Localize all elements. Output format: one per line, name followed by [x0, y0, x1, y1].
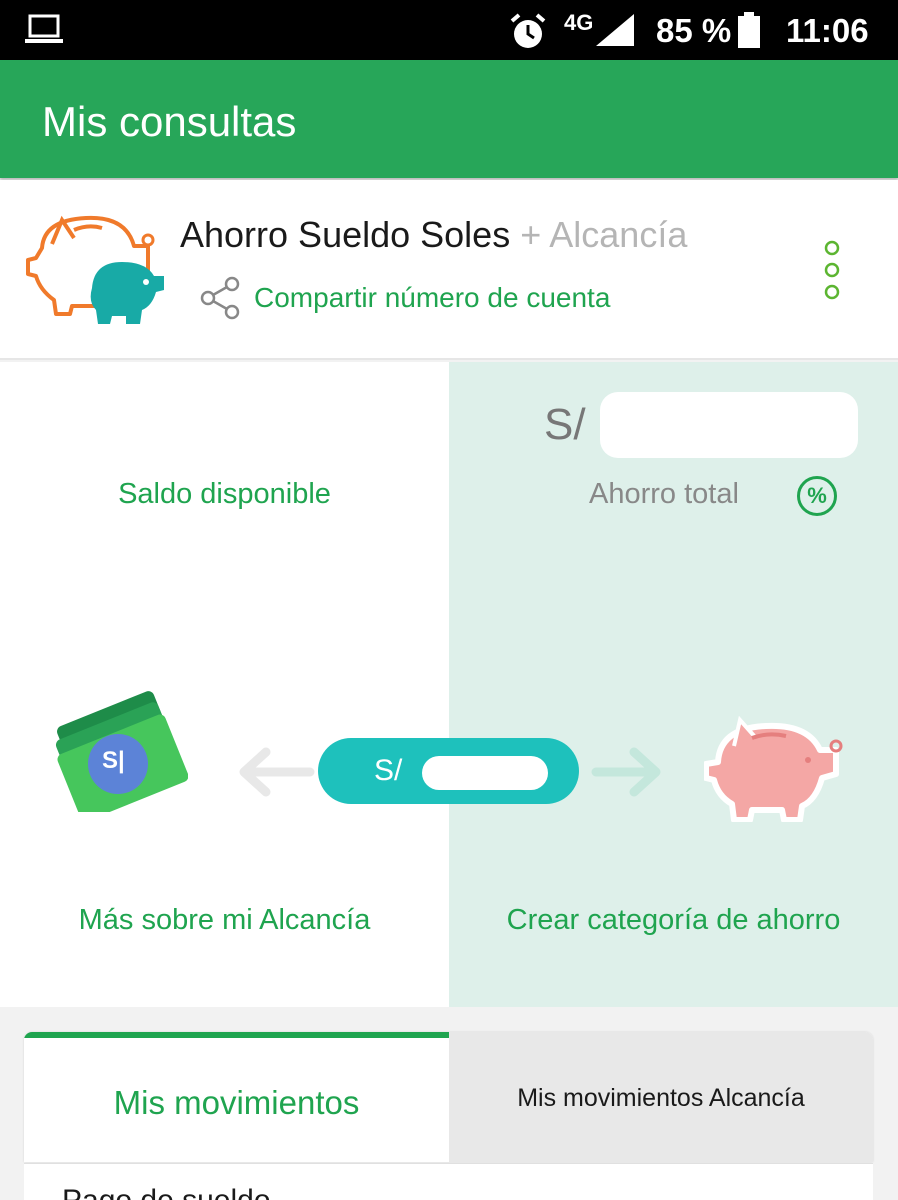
percent-badge[interactable]: %	[797, 476, 837, 516]
savings-total-label: Ahorro total	[589, 478, 739, 510]
available-balance-label: Saldo disponible	[118, 478, 331, 510]
transfer-amount-pill[interactable]: S/	[318, 738, 579, 804]
signal-icon	[596, 14, 634, 46]
share-icon[interactable]	[198, 276, 242, 320]
account-name: Ahorro Sueldo Soles + Alcancía	[180, 214, 687, 256]
laptop-icon	[25, 14, 63, 43]
tab-mis-movimientos-alcancia-label: Mis movimientos Alcancía	[517, 1084, 805, 1112]
money-icon-label: S|	[102, 747, 125, 774]
alarm-icon	[510, 13, 546, 48]
arrow-left-icon	[239, 747, 315, 797]
battery-icon	[738, 12, 760, 48]
create-savings-category-link[interactable]: Crear categoría de ahorro	[449, 904, 898, 937]
tab-mis-movimientos[interactable]: Mis movimientos	[24, 1032, 449, 1162]
redacted-transfer-amount	[422, 756, 548, 790]
page-title: Mis consultas	[42, 98, 297, 145]
account-plus-alcancia: + Alcancía	[520, 214, 688, 255]
status-bar: 4G 85 % 11:06	[0, 0, 898, 60]
redacted-amount	[600, 392, 858, 458]
clock: 11:06	[786, 12, 869, 49]
movements-list: Pago de sueldo ⌄	[24, 1163, 873, 1200]
account-name-text: Ahorro Sueldo Soles	[180, 214, 511, 255]
more-vertical-icon[interactable]	[818, 238, 846, 308]
available-balance-value	[100, 400, 111, 445]
network-type: 4G	[564, 10, 594, 35]
share-account-link[interactable]: Compartir número de cuenta	[254, 282, 610, 314]
savings-total-currency: S/	[544, 400, 586, 449]
more-about-alcancia-link[interactable]: Más sobre mi Alcancía	[0, 904, 449, 937]
chevron-down-icon[interactable]: ⌄	[825, 1192, 843, 1200]
piggy-bank-pink-icon[interactable]	[704, 716, 848, 822]
tab-mis-movimientos-alcancia[interactable]: Mis movimientos Alcancía	[449, 1032, 873, 1162]
list-item[interactable]: Pago de sueldo	[62, 1184, 271, 1200]
account-header: Ahorro Sueldo Soles + Alcancía Compartir…	[0, 180, 898, 360]
tab-mis-movimientos-label: Mis movimientos	[113, 1084, 360, 1121]
app-bar: Mis consultas	[0, 60, 898, 178]
transfer-amount-currency: S/	[374, 754, 403, 787]
piggy-bank-icon	[26, 215, 164, 324]
movements-tabs: Mis movimientos Mis movimientos Alcancía	[24, 1032, 873, 1162]
battery-percentage: 85 %	[656, 12, 732, 49]
arrow-right-icon	[591, 747, 661, 797]
